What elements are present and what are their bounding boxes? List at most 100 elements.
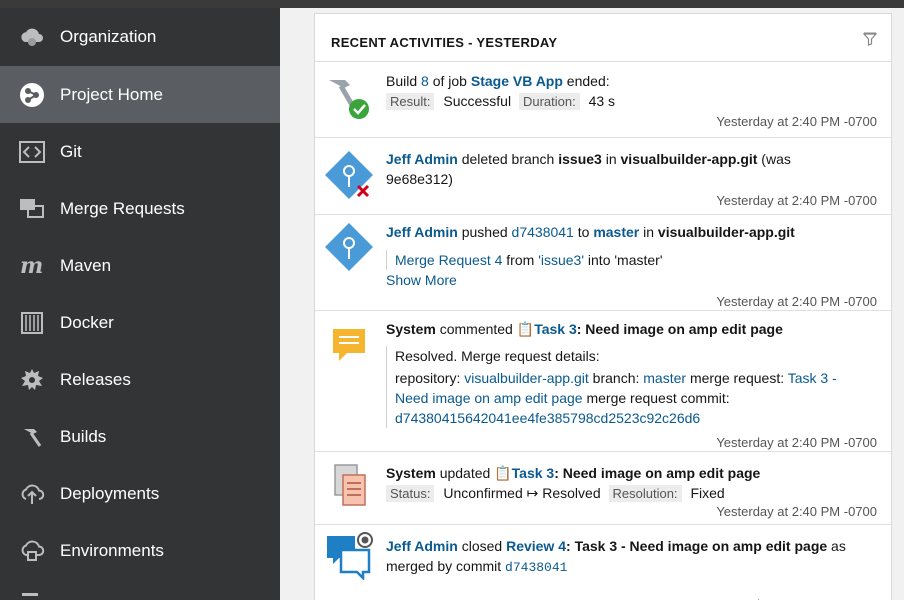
branch-link[interactable]: master xyxy=(593,224,639,240)
sidebar-item-merge-requests[interactable]: Merge Requests xyxy=(0,180,280,237)
push-summary: Jeff Admin pushed d7438041 to master in … xyxy=(386,222,795,242)
comment-summary: System commented 📋Task 3: Need image on … xyxy=(386,319,783,339)
sidebar-item-label: Docker xyxy=(60,312,114,332)
sidebar-item-deployments[interactable]: Deployments xyxy=(0,465,280,522)
review-summary: Jeff Admin closed Review 4: Task 3 - Nee… xyxy=(386,536,846,556)
timestamp: Yesterday at 2:40 PM -0700 xyxy=(716,435,877,450)
commit-link[interactable]: d74380415642041ee4fe385798cd2523c92c26d6 xyxy=(395,410,700,426)
git-icon xyxy=(18,138,46,166)
show-more-link[interactable]: Show More xyxy=(386,270,457,290)
merge-request-link[interactable]: Merge Request 4 xyxy=(395,252,502,268)
sidebar-item-environments[interactable]: Environments xyxy=(0,522,280,579)
commit-link[interactable]: d7438041 xyxy=(505,560,567,575)
activity-text: in xyxy=(639,224,658,240)
duration-value: 43 s xyxy=(588,93,616,109)
activity-update: System updated 📋Task 3: Need image on am… xyxy=(315,452,891,525)
detail-label: merge request commit: xyxy=(582,390,730,406)
environments-icon xyxy=(18,537,46,565)
build-details: Result: Successful Duration: 43 s xyxy=(386,91,615,112)
git-branch-delete-icon xyxy=(325,151,373,199)
repo-name: visualbuilder-app.git xyxy=(657,224,795,240)
source-branch-link[interactable]: 'issue3' xyxy=(538,252,584,268)
activity-text: to xyxy=(573,224,594,240)
activity-text: closed xyxy=(457,538,507,554)
activity-text: (was xyxy=(757,151,791,167)
review-icon xyxy=(325,532,373,582)
user-link[interactable]: Jeff Admin xyxy=(386,151,458,167)
maven-icon: m xyxy=(18,252,46,280)
user-link[interactable]: Jeff Admin xyxy=(386,538,458,554)
task-link[interactable]: Task 3 xyxy=(534,321,577,337)
merge-requests-icon xyxy=(18,195,46,223)
sidebar-item-maven[interactable]: m Maven xyxy=(0,237,280,294)
status-value: Unconfirmed ↦ Resolved xyxy=(443,485,601,501)
task-title: : Need image on amp edit page xyxy=(554,465,761,481)
hammer-icon xyxy=(18,423,46,451)
result-label: Result: xyxy=(386,93,435,110)
task-link[interactable]: Task 3 xyxy=(512,465,555,481)
resolution-value: Fixed xyxy=(690,485,725,501)
sidebar-item-label: Environments xyxy=(60,540,164,560)
activity-comment: System commented 📋Task 3: Need image on … xyxy=(315,311,891,452)
update-details: Status: Unconfirmed ↦ Resolved Resolutio… xyxy=(386,483,725,504)
activity-review: Jeff Admin closed Review 4: Task 3 - Nee… xyxy=(315,525,891,600)
sidebar-item-docker[interactable]: Docker xyxy=(0,294,280,351)
activity-text: commented xyxy=(435,321,517,337)
activity-text: in xyxy=(601,151,621,167)
activity-text: from xyxy=(502,252,539,268)
project-home-icon xyxy=(18,81,46,109)
timestamp: Yesterday at 2:40 PM -0700 xyxy=(716,193,877,208)
activity-build: Build 8 of job Stage VB App ended: Resul… xyxy=(315,62,891,138)
activity-delete-branch: Jeff Admin deleted branch issue3 in visu… xyxy=(315,138,891,215)
commit-link[interactable]: d7438041 xyxy=(512,224,574,240)
sidebar-item-label: Git xyxy=(60,141,82,161)
sidebar-item-project-home[interactable]: Project Home xyxy=(0,66,280,123)
build-number-link[interactable]: 8 xyxy=(421,73,429,89)
build-summary: Build 8 of job Stage VB App ended: xyxy=(386,71,610,91)
user-link[interactable]: Jeff Admin xyxy=(386,224,458,240)
docker-icon xyxy=(18,309,46,337)
activity-text: deleted branch xyxy=(457,151,559,167)
user-name: System xyxy=(386,465,436,481)
delete-summary: Jeff Admin deleted branch issue3 in visu… xyxy=(386,149,791,169)
sidebar-item-label: Builds xyxy=(60,426,107,446)
detail-label: repository: xyxy=(395,370,465,386)
sidebar-item-label: Project Home xyxy=(60,84,163,104)
detail-label: merge request: xyxy=(686,370,788,386)
sidebar-item-releases[interactable]: Releases xyxy=(0,351,280,408)
main-content: RECENT ACTIVITIES - YESTERDAY Build 8 of… xyxy=(280,8,904,600)
recent-activities-panel: RECENT ACTIVITIES - YESTERDAY Build 8 of… xyxy=(314,13,892,600)
svg-text:m: m xyxy=(20,256,43,276)
panel-title: RECENT ACTIVITIES - YESTERDAY xyxy=(331,35,558,50)
activity-text: pushed xyxy=(457,224,512,240)
push-message: Merge Request 4 from 'issue3' into 'mast… xyxy=(386,250,663,270)
build-success-icon xyxy=(325,74,373,122)
branch-link[interactable]: master xyxy=(643,370,686,386)
filter-icon[interactable] xyxy=(862,32,879,48)
sidebar-item-organization[interactable]: Organization xyxy=(0,8,280,65)
top-bar xyxy=(0,0,904,8)
merge-request-link-cont[interactable]: Need image on amp edit page xyxy=(395,390,583,406)
review-title: : Task 3 - Need image on amp edit page xyxy=(566,538,828,554)
sidebar: Organization Project Home Git Merge Requ… xyxy=(0,8,280,600)
repo-name: visualbuilder-app.git xyxy=(620,151,758,167)
task-icon: 📋 xyxy=(516,321,535,337)
sidebar-item-builds[interactable]: Builds xyxy=(0,408,280,465)
repo-link[interactable]: visualbuilder-app.git xyxy=(464,370,589,386)
merge-request-link[interactable]: Task 3 - xyxy=(788,370,837,386)
sidebar-item-label: Deployments xyxy=(60,483,160,503)
sidebar-item-label: Maven xyxy=(60,255,112,275)
timestamp: Yesterday at 2:40 PM -0700 xyxy=(716,114,877,129)
timestamp: Yesterday at 2:40 PM -0700 xyxy=(716,504,877,519)
job-link[interactable]: Stage VB App xyxy=(471,73,563,89)
deploy-icon xyxy=(18,480,46,508)
task-title: : Need image on amp edit page xyxy=(576,321,783,337)
cloud-icon xyxy=(18,23,46,51)
sidebar-item-git[interactable]: Git xyxy=(0,123,280,180)
review-link[interactable]: Review 4 xyxy=(506,538,566,554)
task-update-icon xyxy=(325,461,373,509)
task-icon: 📋 xyxy=(494,465,512,481)
comment-details: repository: visualbuilder-app.git branch… xyxy=(395,368,876,428)
duration-label: Duration: xyxy=(518,93,580,110)
activity-push: Jeff Admin pushed d7438041 to master in … xyxy=(315,215,891,311)
